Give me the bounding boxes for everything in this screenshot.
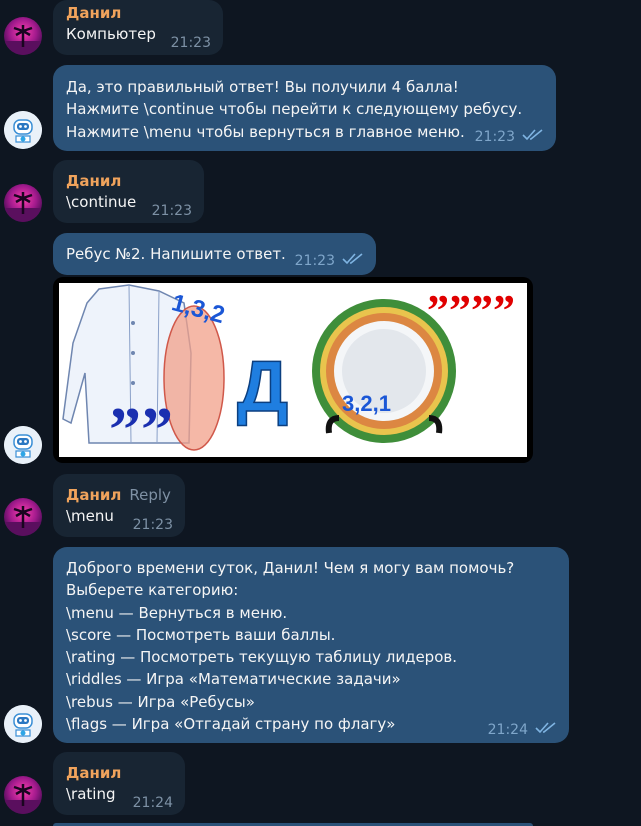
- message-line: \menu — Вернуться в меню.: [66, 603, 288, 622]
- message-incoming[interactable]: Данил \rating 21:24: [53, 752, 185, 815]
- message-time: 21:23: [474, 129, 515, 145]
- message-outgoing[interactable]: Доброго времени суток, Данил! Чем я могу…: [53, 547, 569, 743]
- message-incoming[interactable]: Данил \continue 21:23: [53, 160, 204, 223]
- message-outgoing[interactable]: Да, это правильный ответ! Вы получили 4 …: [53, 65, 556, 151]
- double-check-icon: [522, 129, 543, 141]
- reply-button[interactable]: Reply: [129, 486, 171, 504]
- message-time: 21:24: [132, 795, 173, 811]
- rebus-image[interactable]: Д 1,3,2 3,2,1 ”””” ””: [53, 277, 533, 463]
- message-line: Нажмите \menu чтобы вернуться в главное …: [66, 122, 465, 141]
- sender-name[interactable]: Данил: [66, 3, 210, 23]
- double-check-icon: [342, 253, 363, 265]
- double-check-icon: [535, 722, 556, 734]
- message-line: Нажмите \continue чтобы перейти к следую…: [66, 100, 523, 119]
- sender-name-text: Данил: [66, 486, 122, 504]
- message-time: 21:23: [170, 35, 211, 51]
- rebus-letter: Д: [237, 347, 288, 427]
- sender-name[interactable]: Данил: [66, 763, 172, 783]
- message-line: \rating — Посмотреть текущую таблицу лид…: [66, 648, 457, 667]
- message-line: \score — Посмотреть ваши баллы.: [66, 625, 336, 644]
- message-time: 21:23: [294, 253, 335, 269]
- bot-avatar[interactable]: [4, 705, 42, 743]
- user-avatar[interactable]: [4, 498, 42, 536]
- rebus-label-plate: 3,2,1: [342, 391, 391, 416]
- message-incoming[interactable]: Данил Reply \menu 21:23: [53, 474, 185, 537]
- bot-avatar[interactable]: [4, 426, 42, 464]
- message-time: 21:24: [487, 722, 528, 738]
- sender-name[interactable]: Данил Reply: [66, 485, 172, 505]
- message-outgoing[interactable]: Ребус №2. Напишите ответ. 21:23: [53, 233, 376, 275]
- user-avatar[interactable]: [4, 184, 42, 222]
- message-line: Да, это правильный ответ! Вы получили 4 …: [66, 78, 459, 96]
- message-line: \flags — Игра «Отгадай страну по флагу»: [66, 715, 396, 734]
- bot-avatar[interactable]: [4, 111, 42, 149]
- message-time: 21:23: [132, 517, 173, 533]
- message-time: 21:23: [151, 203, 192, 219]
- user-avatar[interactable]: [4, 776, 42, 814]
- message-line: Выберете категорию:: [66, 581, 239, 600]
- message-line: \rebus — Игра «Ребусы»: [66, 692, 255, 711]
- rebus-commas-right: ””””: [427, 286, 515, 335]
- message-incoming[interactable]: Данил Компьютер 21:23: [53, 0, 223, 55]
- message-line: Доброго времени суток, Данил! Чем я могу…: [66, 559, 515, 577]
- user-avatar[interactable]: [4, 17, 42, 55]
- message-line: \riddles — Игра «Математические задачи»: [66, 670, 401, 689]
- rebus-commas-left: ””: [109, 394, 173, 457]
- sender-name[interactable]: Данил: [66, 171, 191, 191]
